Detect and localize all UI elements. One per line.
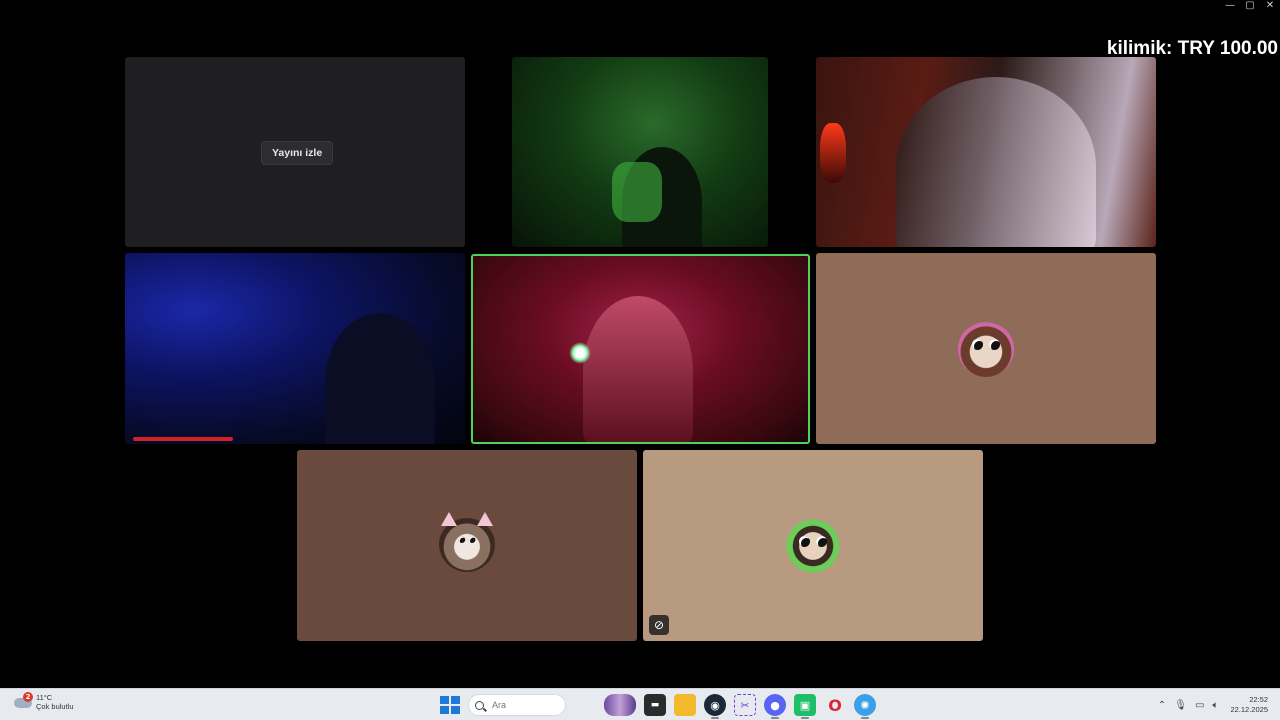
headset-light [569, 342, 591, 364]
clock-date: 22.12.2025 [1230, 705, 1268, 714]
taskbar-search[interactable]: Ara [468, 694, 566, 716]
clock[interactable]: 22:52 22.12.2025 [1230, 695, 1268, 715]
green-app-icon[interactable]: ▣ [794, 694, 816, 719]
lamp-shape [820, 123, 846, 183]
weather-widget[interactable]: 2 11°C Çok bulutlu [14, 692, 74, 711]
watch-stream-button[interactable]: Yayını izle [261, 141, 334, 165]
minimize-button[interactable]: — [1220, 0, 1240, 14]
video-tile-participant-2[interactable] [512, 57, 768, 247]
avatar-tile-participant-6[interactable] [816, 253, 1156, 444]
avatar-eyes [972, 339, 1000, 351]
avatar [785, 518, 841, 574]
taskbar-apps: Ara ▬ ◉ ✂ ● ▣ O ✺ [438, 693, 876, 719]
notification-badge: 2 [23, 692, 33, 702]
screen: — ▢ ✕ kilimik: TRY 100.00 Yayını izle ⊘ … [0, 0, 1280, 720]
participant-silhouette [896, 77, 1096, 247]
system-tray: ⌃ 🎙︎ ▭ 🔈︎ 22:52 22.12.2025 [1150, 693, 1268, 717]
windows-logo-icon [440, 696, 449, 704]
chevron-up-icon[interactable]: ⌃ [1158, 700, 1166, 711]
avatar-eyes [799, 536, 827, 548]
cat-ears [439, 512, 495, 528]
search-placeholder: Ara [492, 700, 507, 710]
clock-time: 22:52 [1249, 695, 1268, 704]
game-thumbnail-icon[interactable] [604, 694, 636, 716]
maximize-button[interactable]: ▢ [1240, 0, 1260, 14]
avatar [958, 321, 1014, 377]
volume-icon[interactable]: 🔈︎ [1212, 700, 1218, 711]
led-strip [133, 437, 233, 441]
window-controls: — ▢ ✕ [1220, 0, 1280, 14]
network-icon[interactable]: ▭ [1195, 700, 1204, 711]
video-tile-participant-4[interactable] [125, 253, 465, 444]
cloud-icon: 2 [14, 692, 33, 710]
gear-app-icon[interactable]: ✺ [854, 694, 876, 719]
steam-icon[interactable]: ◉ [704, 694, 726, 719]
close-button[interactable]: ✕ [1260, 0, 1280, 14]
participant-silhouette [583, 296, 693, 442]
taskbar: 2 11°C Çok bulutlu Ara ▬ ◉ ✂ ● ▣ O ✺ ⌃ 🎙… [0, 688, 1280, 720]
participant-silhouette [325, 313, 435, 444]
microphone-icon[interactable]: 🎙︎ [1174, 700, 1187, 711]
snip-icon[interactable]: ✂ [734, 694, 756, 716]
video-tile-participant-3[interactable] [816, 57, 1156, 247]
chair-shape [612, 162, 662, 222]
avatar [439, 512, 495, 572]
avatar-tile-participant-8[interactable]: ⊘ [643, 450, 983, 641]
search-icon [475, 700, 484, 710]
mic-off-icon: ⊘ [649, 615, 669, 635]
video-tile-active-speaker[interactable] [471, 254, 810, 444]
start-button[interactable] [438, 694, 460, 716]
stream-tile[interactable]: Yayını izle [125, 57, 465, 247]
folder-icon[interactable] [674, 694, 696, 716]
avatar-tile-participant-7[interactable] [297, 450, 637, 641]
weather-temperature: 11°C [36, 693, 53, 702]
discord-icon[interactable]: ● [764, 694, 786, 719]
opera-icon[interactable]: O [824, 694, 846, 716]
weather-condition: Çok bulutlu [36, 702, 74, 711]
terminal-icon[interactable]: ▬ [644, 694, 666, 716]
avatar-eyes [458, 536, 476, 543]
